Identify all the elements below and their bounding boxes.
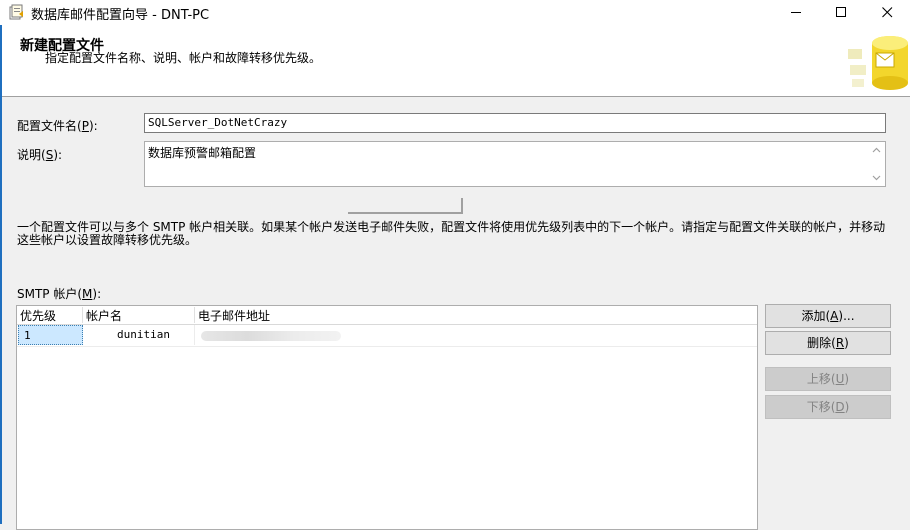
info-text: 一个配置文件可以与多个 SMTP 帐户相关联。如果某个帐户发送电子邮件失败，配置… xyxy=(17,220,886,247)
grid-header: 优先级 帐户名 电子邮件地址 xyxy=(17,306,757,325)
move-up-button[interactable]: 上移(U) xyxy=(765,367,891,391)
smtp-accounts-label: SMTP 帐户(M): xyxy=(17,287,102,301)
profile-name-input[interactable]: SQLServer_DotNetCrazy xyxy=(144,113,886,133)
description-input[interactable]: 数据库预警邮箱配置 xyxy=(144,141,886,187)
wizard-header: 新建配置文件 指定配置文件名称、说明、帐户和故障转移优先级。 xyxy=(0,25,910,97)
title-bar: 数据库邮件配置向导 - DNT-PC xyxy=(0,0,910,26)
cell-account[interactable]: dunitian xyxy=(83,325,195,345)
cell-priority[interactable]: 1 xyxy=(18,325,83,345)
window-title: 数据库邮件配置向导 - DNT-PC xyxy=(31,8,210,23)
table-row[interactable]: 1 dunitian xyxy=(17,325,757,347)
move-down-button[interactable]: 下移(D) xyxy=(765,395,891,419)
column-header-email[interactable]: 电子邮件地址 xyxy=(195,307,495,323)
database-mail-icon xyxy=(848,36,908,90)
add-account-button[interactable]: 添加(A)... xyxy=(765,304,891,328)
left-accent-bar xyxy=(0,25,2,524)
maximize-button[interactable] xyxy=(818,0,864,25)
maximize-icon xyxy=(835,7,846,17)
page-subtitle: 指定配置文件名称、说明、帐户和故障转移优先级。 xyxy=(45,51,322,65)
cell-email[interactable] xyxy=(195,325,495,345)
close-icon xyxy=(881,7,892,18)
description-scrollbar[interactable] xyxy=(868,142,885,186)
column-header-priority[interactable]: 优先级 xyxy=(17,307,83,323)
smtp-accounts-grid[interactable]: 优先级 帐户名 电子邮件地址 1 dunitian xyxy=(16,305,758,530)
remove-account-button[interactable]: 删除(R) xyxy=(765,331,891,355)
profile-name-label: 配置文件名(P): xyxy=(17,119,98,133)
close-button[interactable] xyxy=(864,0,910,25)
scroll-down-icon[interactable] xyxy=(871,172,882,183)
app-icon xyxy=(9,4,23,20)
column-header-account[interactable]: 帐户名 xyxy=(83,307,195,323)
splitter-handle[interactable] xyxy=(348,198,463,214)
minimize-button[interactable] xyxy=(773,0,819,25)
description-label: 说明(S): xyxy=(17,148,63,162)
minimize-icon xyxy=(790,12,801,13)
scroll-up-icon[interactable] xyxy=(871,145,882,156)
redacted-email xyxy=(201,331,341,341)
